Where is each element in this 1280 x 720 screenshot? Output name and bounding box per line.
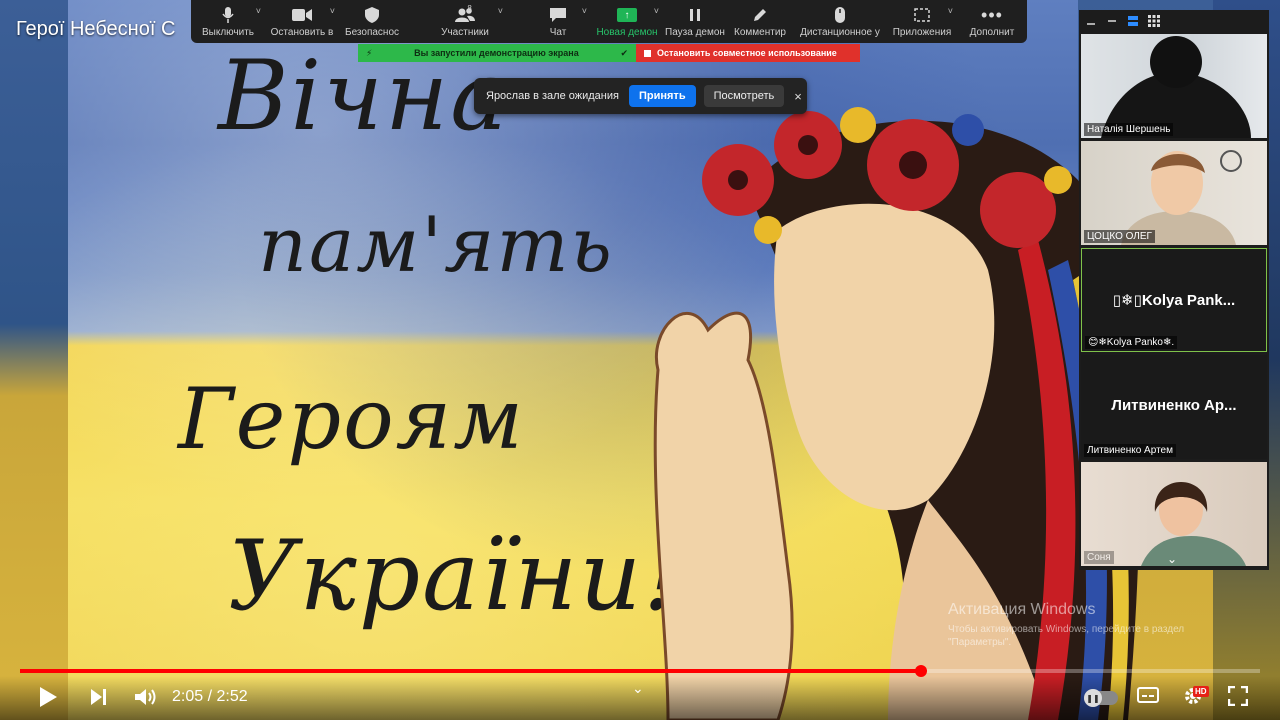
lightning-icon: ⚡ [366,47,373,58]
toolbar-chat-label: Чат [549,27,567,38]
participant-name: Наталія Шершень [1084,123,1174,136]
video-progress-bar[interactable] [20,665,1260,677]
chevron-down-icon[interactable]: ˅ [256,6,261,16]
hd-badge: HD [1193,686,1209,697]
toolbar-more-label: Дополнит [969,27,1015,38]
participant-tile[interactable]: Наталія Шершень [1081,34,1267,138]
toolbar-mute-label: Выключить [201,27,255,38]
toolbar-mute-button[interactable]: ˅ Выключить [191,0,265,43]
toolbar-security-label: Безопаснос [345,27,399,38]
pause-icon: ❚❚ [1084,689,1102,707]
chevron-down-icon[interactable]: ˅ [948,6,953,16]
participant-name: Литвиненко Артем [1084,444,1176,457]
video-progress-played [20,669,922,673]
toolbar-more-button[interactable]: ••• Дополнит [957,0,1027,43]
time-display: 2:05 / 2:52 [172,688,248,705]
single-view-icon[interactable] [1106,15,1118,27]
admit-button[interactable]: Принять [628,85,696,107]
shield-check-icon: ✔ [620,47,628,58]
toolbar-apps-button[interactable]: ˅ Приложения [887,0,957,43]
toolbar-stop-video-label: Остановить в [270,27,334,38]
toolbar-new-share-label: Новая демон [596,27,658,38]
toolbar-remote-control-button[interactable]: Дистанционное у [793,0,887,43]
panel-header [1079,10,1269,32]
play-icon[interactable] [38,686,58,714]
toolbar-stop-video-button[interactable]: ˅ Остановить в [265,0,339,43]
screen-share-banner: ⚡ Вы запустили демонстрацию экрана ✔ Ост… [358,44,860,62]
autoplay-toggle[interactable]: ❚❚ [1084,689,1118,707]
toolbar-pause-share-button[interactable]: Пауза демон [663,0,727,43]
volume-icon[interactable] [134,686,158,714]
grid-view-icon[interactable] [1148,15,1160,27]
toolbar-security-button[interactable]: Безопаснос [339,0,405,43]
toolbar-remote-control-label: Дистанционное у [800,27,880,38]
participant-tile[interactable]: Литвиненко Ар... Литвиненко Артем [1081,355,1267,459]
video-camera-icon [292,6,312,24]
participant-tile[interactable]: ЦОЦКО ОЛЕГ [1081,141,1267,245]
video-title[interactable]: Герої Небесної С [16,18,175,41]
chevron-down-icon[interactable]: ⌄ [632,680,644,697]
mouse-icon [835,6,845,24]
stop-share-button[interactable]: Остановить совместное использование [636,44,860,62]
fullscreen-icon[interactable] [1227,685,1249,712]
next-icon[interactable] [90,686,108,714]
toolbar-new-share-button[interactable]: ↑ ˅ Новая демон [591,0,663,43]
sharing-status-text: Вы запустили демонстрацию экрана [414,48,579,58]
apps-icon [914,6,930,24]
waiting-room-message: Ярослав в зале ожидания [486,90,619,102]
toolbar-chat-button[interactable]: ˅ Чат [525,0,591,43]
poster-text-line-3: Героям [178,370,525,468]
participant-tile-active-speaker[interactable]: ▯❄▯Kolya Pank... 😊❄Kolya Panko❄. [1081,248,1267,352]
pencil-icon [752,6,768,24]
windows-activation-title: Активация Windows [948,601,1096,618]
participants-icon [455,6,475,24]
toolbar-annotate-button[interactable]: Комментир [727,0,793,43]
stop-share-label: Остановить совместное использование [657,48,837,58]
view-waiting-room-button[interactable]: Посмотреть [703,85,785,107]
participant-video-panel: Наталія Шершень ЦОЦКО ОЛЕГ ▯❄▯Kolya Pank… [1079,10,1269,570]
sharing-status: ⚡ Вы запустили демонстрацию экрана ✔ [358,44,636,62]
video-player-controls: 2:05 / 2:52 ⌄ ❚❚ HD [0,676,1280,720]
poster-text-line-4: України! [228,520,684,632]
toolbar-pause-share-label: Пауза демон [665,27,725,38]
minimize-icon[interactable] [1085,15,1097,27]
participant-display-name: Литвиненко Ар... [1111,397,1237,414]
pause-icon [689,6,701,24]
chevron-down-icon[interactable]: ⌄ [1167,552,1177,566]
toolbar-annotate-label: Комментир [734,27,786,38]
close-icon[interactable]: × [794,89,802,104]
chevron-down-icon[interactable]: ˅ [654,6,659,16]
chevron-down-icon[interactable]: ˅ [498,6,503,16]
participant-name: 😊❄Kolya Panko❄. [1085,336,1178,349]
toolbar-participants-label: Участники [441,27,489,38]
poster-text-line-2: пам'ять [258,200,614,289]
zoom-meeting-toolbar: ˅ Выключить ˅ Остановить в Безопаснос 8 … [191,0,1027,43]
more-icon: ••• [981,4,1003,25]
strip-view-icon[interactable] [1127,15,1139,27]
chevron-down-icon[interactable]: ˅ [582,6,587,16]
participant-name: Соня [1084,551,1114,564]
participant-display-name: ▯❄▯Kolya Pank... [1112,292,1236,309]
participants-count: 8 [467,4,472,13]
toolbar-apps-label: Приложения [892,27,952,38]
participant-name: ЦОЦКО ОЛЕГ [1084,230,1155,243]
stop-icon [644,49,651,57]
subtitles-icon[interactable] [1137,686,1159,710]
windows-activation-subtitle: Чтобы активировать Windows, перейдите в … [948,624,1185,648]
chevron-down-icon[interactable]: ˅ [330,6,335,16]
chat-icon [549,6,567,24]
screen: Вічна пам'ять Героям України! Герої Небе… [0,0,1280,720]
waiting-room-notification: Ярослав в зале ожидания Принять Посмотре… [474,78,807,114]
participant-tile[interactable]: Соня [1081,462,1267,566]
shield-icon [365,6,379,24]
share-screen-icon: ↑ [617,6,637,24]
toolbar-participants-button[interactable]: 8 ˅ Участники [405,0,525,43]
windows-activation-watermark: Активация Windows Чтобы активировать Win… [948,601,1248,649]
microphone-icon [222,6,234,24]
